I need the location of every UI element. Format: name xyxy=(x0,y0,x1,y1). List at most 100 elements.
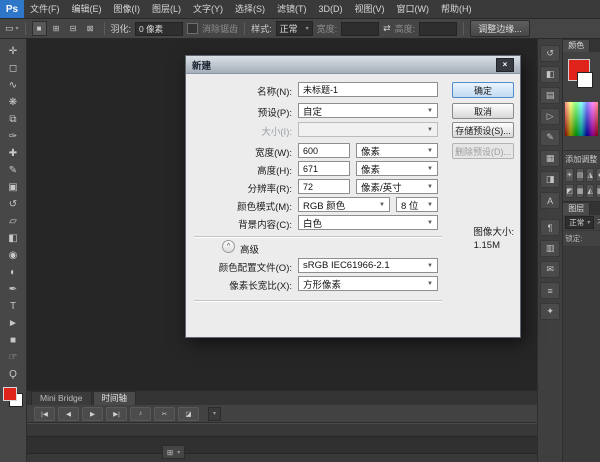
cancel-button[interactable]: 取消 xyxy=(452,103,514,119)
split-clip-button[interactable]: ✂ xyxy=(154,406,175,421)
character-panel-icon[interactable]: A xyxy=(540,192,561,209)
menu-item[interactable]: 图像(I) xyxy=(108,0,147,18)
zoom-tool[interactable]: Ϙ xyxy=(2,366,24,382)
move-tool[interactable]: ✛ xyxy=(2,43,24,59)
horizontal-type-tool[interactable]: T xyxy=(2,298,24,314)
foreground-color-swatch[interactable] xyxy=(3,387,17,401)
ok-button[interactable]: 确定 xyxy=(452,82,514,98)
gradient-tool[interactable]: ◧ xyxy=(2,230,24,246)
history-panel-icon[interactable]: ↺ xyxy=(540,45,561,62)
add-to-selection-icon[interactable]: ⊞ xyxy=(49,21,64,36)
pixel-aspect-select[interactable]: 方形像素 ▼ xyxy=(298,276,438,291)
resolution-unit-select[interactable]: 像素/英寸 ▼ xyxy=(356,179,438,194)
width-input[interactable] xyxy=(298,143,350,158)
blend-mode-select[interactable]: 正常 ▾ xyxy=(565,216,595,229)
timeline-track[interactable] xyxy=(27,436,537,454)
rectangle-tool[interactable]: ■ xyxy=(2,332,24,348)
timeline-options-dropdown[interactable]: ⊞ ▾ xyxy=(162,445,186,459)
tool-preset-picker[interactable]: ▭ ▾ xyxy=(5,23,19,34)
levels-adjustment-icon[interactable]: ▤ xyxy=(575,168,585,182)
hand-tool[interactable]: ☞ xyxy=(2,349,24,365)
brush-tool[interactable]: ✎ xyxy=(2,162,24,178)
paragraph-panel-icon[interactable]: ¶ xyxy=(540,219,561,236)
dodge-tool[interactable]: ◐ xyxy=(2,264,24,280)
menu-item[interactable]: 帮助(H) xyxy=(435,0,478,18)
timeline-settings-dropdown[interactable]: ▾ xyxy=(208,406,222,421)
bit-depth-select[interactable]: 8 位 ▼ xyxy=(396,197,438,212)
hue-saturation-adjustment-icon[interactable]: ▦ xyxy=(575,184,585,198)
crop-tool[interactable]: ⧉ xyxy=(2,111,24,127)
refine-edge-button[interactable]: 调整边缘... xyxy=(470,20,530,37)
menu-item[interactable]: 图层(L) xyxy=(146,0,187,18)
tab-color[interactable]: 颜色 xyxy=(563,40,591,52)
height-input[interactable] xyxy=(419,21,458,36)
intersect-selection-icon[interactable]: ⊠ xyxy=(83,21,98,36)
height-unit-select[interactable]: 像素 ▼ xyxy=(356,161,438,176)
height-input[interactable] xyxy=(298,161,350,176)
blur-tool[interactable]: ◉ xyxy=(2,247,24,263)
clone-stamp-tool[interactable]: ▣ xyxy=(2,179,24,195)
brush-panel-icon[interactable]: ✎ xyxy=(540,129,561,146)
menu-item[interactable]: 选择(S) xyxy=(229,0,271,18)
menu-item[interactable]: 文字(Y) xyxy=(187,0,229,18)
style-select[interactable]: 正常 ▾ xyxy=(275,21,313,36)
color-mode-select[interactable]: RGB 颜色 ▼ xyxy=(298,197,390,212)
rectangular-marquee-tool[interactable]: ◻ xyxy=(2,60,24,76)
path-selection-tool[interactable]: ► xyxy=(2,315,24,331)
spot-healing-brush-tool[interactable]: ✚ xyxy=(2,145,24,161)
tab-mini-bridge[interactable]: Mini Bridge xyxy=(31,391,92,405)
close-icon[interactable]: × xyxy=(496,57,514,72)
menu-item[interactable]: 滤镜(T) xyxy=(271,0,313,18)
menu-item[interactable]: 窗口(W) xyxy=(391,0,436,18)
feather-input[interactable] xyxy=(135,21,184,36)
menu-item[interactable]: 编辑(E) xyxy=(66,0,108,18)
width-input[interactable] xyxy=(341,21,380,36)
background-color-swatch[interactable] xyxy=(577,72,594,88)
tab-timeline[interactable]: 时间轴 xyxy=(92,391,137,405)
antialias-checkbox[interactable] xyxy=(187,23,199,34)
first-frame-button[interactable]: |◀ xyxy=(34,406,55,421)
notes-panel-icon[interactable]: ✉ xyxy=(540,261,561,278)
color-profile-select[interactable]: sRGB IEC61966-2.1 ▼ xyxy=(298,258,438,273)
menu-item[interactable]: 3D(D) xyxy=(313,0,349,18)
name-input[interactable] xyxy=(298,82,438,97)
width-unit-select[interactable]: 像素 ▼ xyxy=(356,143,438,158)
measurement-log-panel-icon[interactable]: ≡ xyxy=(540,282,561,299)
info-panel-icon[interactable]: ▤ xyxy=(540,87,561,104)
color-spectrum-ramp[interactable] xyxy=(565,102,598,136)
layer-comps-panel-icon[interactable]: ▥ xyxy=(540,240,561,257)
quick-selection-tool[interactable]: ❋ xyxy=(2,94,24,110)
pen-tool[interactable]: ✒ xyxy=(2,281,24,297)
curves-adjustment-icon[interactable]: ◮ xyxy=(586,168,594,182)
transition-button[interactable]: ◪ xyxy=(178,406,199,421)
tab-layers[interactable]: 图层 xyxy=(563,203,591,215)
next-frame-button[interactable]: ▶| xyxy=(106,406,127,421)
brightness-contrast-adjustment-icon[interactable]: ☀ xyxy=(565,168,574,182)
black-white-adjustment-icon[interactable]: ▩ xyxy=(595,184,600,198)
menu-item[interactable]: 文件(F) xyxy=(24,0,66,18)
advanced-toggle-button[interactable]: ^ xyxy=(222,240,235,253)
subtract-from-selection-icon[interactable]: ⊟ xyxy=(66,21,81,36)
swap-dimensions-icon[interactable]: ⇄ xyxy=(383,23,391,34)
vibrance-adjustment-icon[interactable]: ◩ xyxy=(565,184,574,198)
save-preset-button[interactable]: 存储预设(S)... xyxy=(452,122,514,138)
history-brush-tool[interactable]: ↺ xyxy=(2,196,24,212)
menu-item[interactable]: 视图(V) xyxy=(349,0,391,18)
color-balance-adjustment-icon[interactable]: ◭ xyxy=(586,184,594,198)
actions-panel-icon[interactable]: ▷ xyxy=(540,108,561,125)
lasso-tool[interactable]: ∿ xyxy=(2,77,24,93)
eyedropper-tool[interactable]: ✑ xyxy=(2,128,24,144)
eraser-tool[interactable]: ▱ xyxy=(2,213,24,229)
properties-panel-icon[interactable]: ◧ xyxy=(540,66,561,83)
dialog-title-bar[interactable]: 新建 × xyxy=(186,56,520,74)
new-selection-icon[interactable]: ■ xyxy=(31,21,47,36)
brush-presets-panel-icon[interactable]: ▦ xyxy=(540,150,561,167)
mute-button[interactable]: ♪ xyxy=(130,406,151,421)
preset-select[interactable]: 自定 ▼ xyxy=(298,103,438,118)
previous-frame-button[interactable]: ◀ xyxy=(58,406,79,421)
exposure-adjustment-icon[interactable]: ◐ xyxy=(595,168,600,182)
play-button[interactable]: ▶ xyxy=(82,406,103,421)
clone-source-panel-icon[interactable]: ◨ xyxy=(540,171,561,188)
styles-panel-icon[interactable]: ✦ xyxy=(540,303,561,320)
resolution-input[interactable] xyxy=(298,179,350,194)
